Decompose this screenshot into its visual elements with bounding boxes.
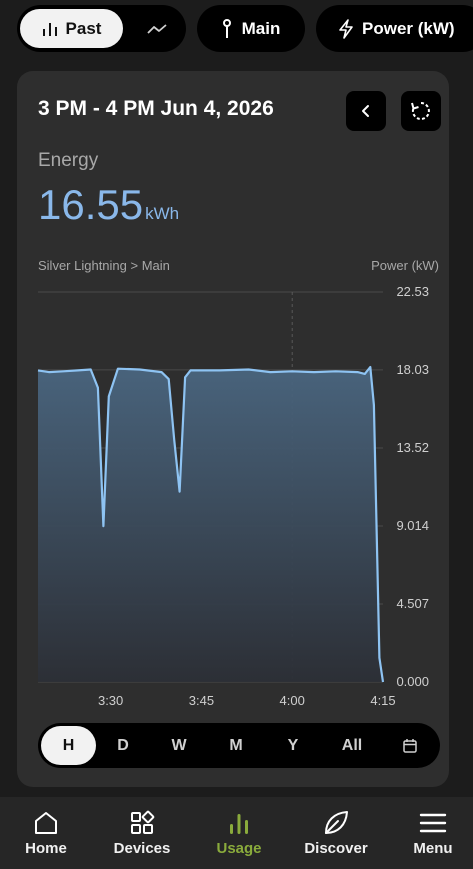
y-tick-label: 22.53 (396, 284, 429, 299)
device-selector-button[interactable]: Main (197, 5, 305, 52)
range-all-button[interactable]: All (328, 726, 376, 765)
usage-bars-icon (230, 814, 248, 834)
nav-discover-label: Discover (304, 840, 368, 857)
power-chart[interactable]: 22.53 18.03 13.52 9.014 4.507 0.000 3:30 3:45 4:… (17, 71, 449, 721)
home-icon (35, 812, 57, 834)
metric-selector-button[interactable]: Power (kW) (316, 5, 473, 52)
device-selector-label: Main (241, 18, 281, 38)
y-tick-label: 18.03 (396, 362, 429, 377)
x-tick-label: 4:00 (280, 693, 305, 708)
x-tick-label: 4:15 (370, 693, 395, 708)
metric-selector-label: Power (kW) (362, 18, 455, 38)
usage-card: 3 PM - 4 PM Jun 4, 2026 Energy 16.55 kWh… (17, 71, 449, 787)
nav-usage[interactable]: Usage (193, 797, 285, 869)
past-mode-label: Past (65, 18, 102, 38)
time-range-selector: H D W M Y All (38, 723, 440, 768)
top-bar: Past Main Power (kW) (0, 0, 473, 58)
x-tick-label: 3:30 (98, 693, 123, 708)
hamburger-menu-icon (419, 813, 447, 833)
power-area-fill (38, 367, 383, 682)
devices-grid-icon (131, 810, 155, 834)
x-tick-label: 3:45 (189, 693, 214, 708)
chart-mode-segmented-control: Past (17, 5, 186, 52)
range-week-button[interactable]: W (158, 726, 200, 765)
y-tick-label: 9.014 (396, 518, 429, 533)
nav-menu[interactable]: Menu (387, 797, 473, 869)
trend-line-icon (147, 23, 167, 34)
bottom-navigation: Home Devices Usage Discover Menu (0, 797, 473, 869)
circuit-icon (222, 18, 231, 38)
trend-mode-button[interactable] (135, 9, 179, 48)
calendar-icon (403, 738, 417, 753)
nav-devices-label: Devices (113, 840, 171, 857)
nav-discover[interactable]: Discover (290, 797, 382, 869)
y-tick-label: 13.52 (396, 440, 429, 455)
range-year-button[interactable]: Y (272, 726, 314, 765)
calendar-button[interactable] (393, 726, 427, 765)
nav-home-label: Home (25, 840, 67, 857)
nav-devices[interactable]: Devices (96, 797, 188, 869)
range-hour-button[interactable]: H (41, 726, 96, 765)
bar-chart-icon (42, 22, 57, 36)
y-tick-label: 4.507 (396, 596, 429, 611)
leaf-icon (325, 811, 348, 834)
past-mode-button[interactable]: Past (20, 9, 123, 48)
nav-home[interactable]: Home (0, 797, 92, 869)
lightning-bolt-icon (339, 18, 353, 39)
range-day-button[interactable]: D (102, 726, 144, 765)
y-tick-label: 0.000 (396, 674, 429, 689)
nav-menu-label: Menu (413, 840, 453, 857)
nav-usage-label: Usage (216, 840, 262, 857)
range-month-button[interactable]: M (215, 726, 257, 765)
